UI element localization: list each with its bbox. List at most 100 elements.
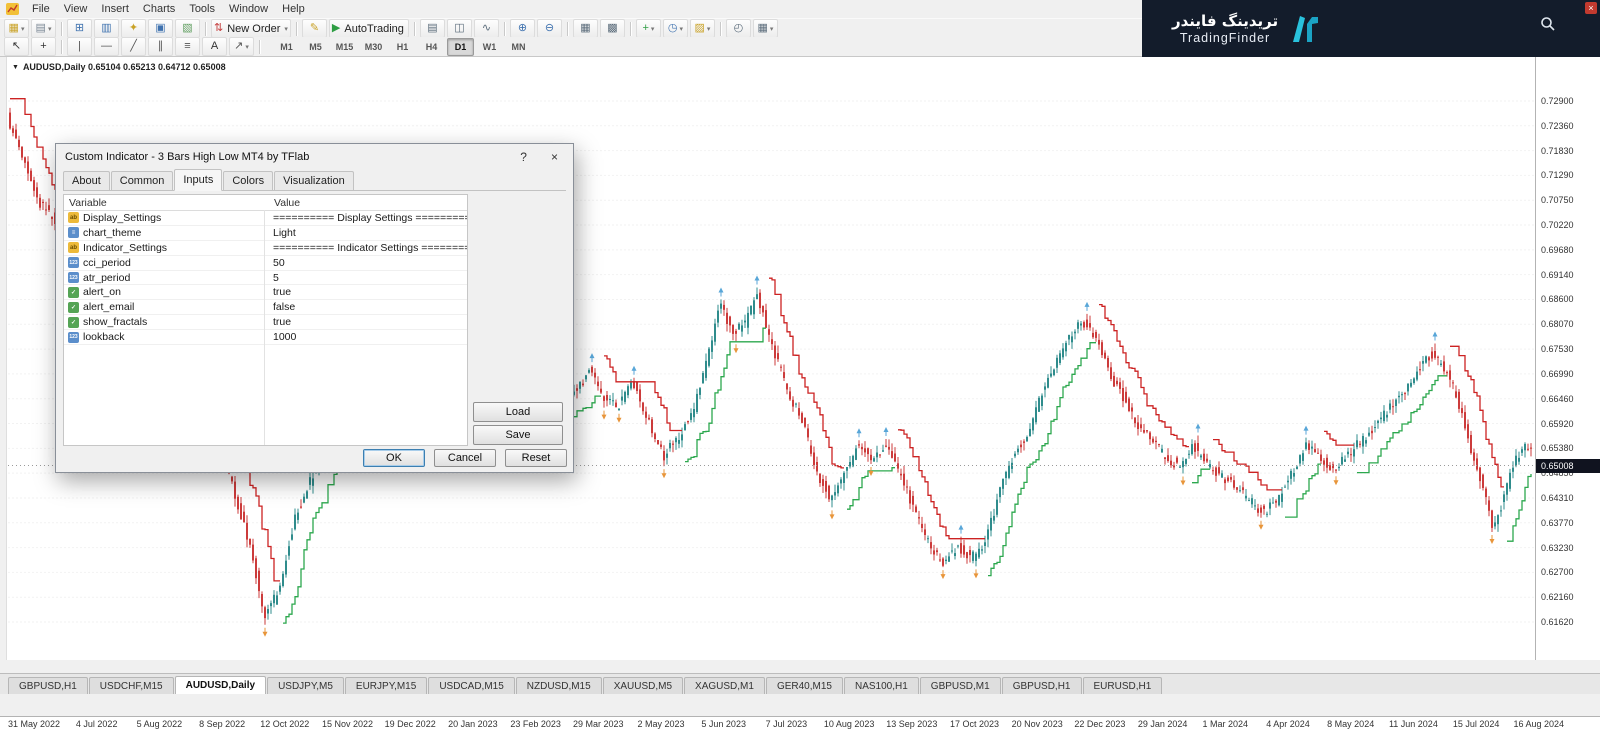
close-icon[interactable]: × <box>1585 2 1597 14</box>
timeframe-w1[interactable]: W1 <box>476 38 503 56</box>
clock-button[interactable]: ◴ <box>726 19 751 38</box>
candles-mode-button[interactable]: ◫ <box>447 19 472 38</box>
dialog-tab-colors[interactable]: Colors <box>223 171 273 190</box>
menu-charts[interactable]: Charts <box>136 2 182 16</box>
chart-tab-gbpusd-h1[interactable]: GBPUSD,H1 <box>1002 677 1082 694</box>
menu-insert[interactable]: Insert <box>94 2 136 16</box>
dialog-tab-common[interactable]: Common <box>111 171 174 190</box>
cursor-button[interactable]: ↖ <box>4 37 29 56</box>
profiles-button[interactable]: ▤▾ <box>31 19 56 38</box>
trendline-button[interactable]: ╱ <box>121 37 146 56</box>
equidistant-channel-button[interactable]: ∥ <box>148 37 173 56</box>
terminal-button[interactable]: ▣ <box>148 19 173 38</box>
chart-tab-eurjpy-m15[interactable]: EURJPY,M15 <box>345 677 427 694</box>
inputs-table-row[interactable]: 123atr_period5 <box>64 271 467 286</box>
menu-file[interactable]: File <box>25 2 57 16</box>
arrows-tool-button[interactable]: ↗▾ <box>229 37 254 56</box>
param-value[interactable]: true <box>268 316 467 328</box>
param-value[interactable]: Light <box>268 227 467 239</box>
inputs-table-row[interactable]: ≡chart_themeLight <box>64 226 467 241</box>
timeframe-m30[interactable]: M30 <box>360 38 387 56</box>
periods-button[interactable]: ◷▾ <box>663 19 688 38</box>
cascade-windows-button[interactable]: ▩ <box>600 19 625 38</box>
timeframe-m15[interactable]: M15 <box>331 38 358 56</box>
new-order-button[interactable]: ⇅New Order▾ <box>211 19 291 38</box>
new-chart-button[interactable]: ▦▾ <box>4 19 29 38</box>
timeframe-m1[interactable]: M1 <box>273 38 300 56</box>
metaeditor-button[interactable]: ✎ <box>302 19 327 38</box>
value-column-header: Value <box>269 197 300 209</box>
timeframe-h4[interactable]: H4 <box>418 38 445 56</box>
inputs-table-row[interactable]: abDisplay_Settings========== Display Set… <box>64 211 467 226</box>
inputs-table-row[interactable]: 123cci_period50 <box>64 256 467 271</box>
timeframe-d1[interactable]: D1 <box>447 38 474 56</box>
dialog-close-button[interactable]: × <box>551 150 558 164</box>
bars-mode-button[interactable]: ▤ <box>420 19 445 38</box>
chart-tab-xagusd-m1[interactable]: XAGUSD,M1 <box>684 677 765 694</box>
dialog-tab-visualization[interactable]: Visualization <box>274 171 354 190</box>
dialog-help-button[interactable]: ? <box>520 150 527 164</box>
menu-help[interactable]: Help <box>275 2 312 16</box>
vertical-line-button[interactable]: | <box>67 37 92 56</box>
zoom-out-button[interactable]: ⊖ <box>537 19 562 38</box>
horizontal-line-button[interactable]: — <box>94 37 119 56</box>
cancel-button[interactable]: Cancel <box>434 449 496 467</box>
tile-windows-button[interactable]: ▦ <box>573 19 598 38</box>
symbol-caret-icon[interactable]: ▼ <box>12 64 19 71</box>
navigator-button[interactable]: ✦ <box>121 19 146 38</box>
market-watch-button[interactable]: ⊞ <box>67 19 92 38</box>
data-window-button[interactable]: ▥ <box>94 19 119 38</box>
param-value[interactable]: 1000 <box>268 331 467 343</box>
inputs-table-row[interactable]: abIndicator_Settings========== Indicator… <box>64 241 467 256</box>
menu-tools[interactable]: Tools <box>182 2 222 16</box>
chart-tab-audusd-daily[interactable]: AUDUSD,Daily <box>175 676 266 694</box>
save-button[interactable]: Save <box>473 425 563 445</box>
text-label-button[interactable]: A <box>202 37 227 56</box>
param-value[interactable]: true <box>268 286 467 298</box>
timeframe-mn[interactable]: MN <box>505 38 532 56</box>
menu-view[interactable]: View <box>57 2 95 16</box>
reset-button[interactable]: Reset <box>505 449 567 467</box>
param-value[interactable]: ========== Indicator Settings ========== <box>268 242 467 254</box>
inputs-table-row[interactable]: ✓show_fractalstrue <box>64 315 467 330</box>
inputs-table-row[interactable]: 123lookback1000 <box>64 330 467 345</box>
toolbars-menu-button[interactable]: ▦▾ <box>753 19 778 38</box>
crosshair-button[interactable]: + <box>31 37 56 56</box>
timeframe-h1[interactable]: H1 <box>389 38 416 56</box>
dialog-title: Custom Indicator - 3 Bars High Low MT4 b… <box>65 151 309 163</box>
timeframe-m5[interactable]: M5 <box>302 38 329 56</box>
chart-tab-xauusd-m5[interactable]: XAUUSD,M5 <box>603 677 683 694</box>
autotrading-button[interactable]: ▶AutoTrading <box>329 19 409 38</box>
chart-tab-gbpusd-m1[interactable]: GBPUSD,M1 <box>920 677 1001 694</box>
inputs-table-row[interactable]: ✓alert_emailfalse <box>64 300 467 315</box>
zoom-in-button[interactable]: ⊕ <box>510 19 535 38</box>
param-value[interactable]: ========== Display Settings ========== <box>268 212 467 224</box>
dialog-tab-inputs[interactable]: Inputs <box>174 169 222 191</box>
chart-tab-eurusd-h1[interactable]: EURUSD,H1 <box>1083 677 1163 694</box>
ok-button[interactable]: OK <box>363 449 425 467</box>
chart-tab-gbpusd-h1[interactable]: GBPUSD,H1 <box>8 677 88 694</box>
param-value[interactable]: false <box>268 301 467 313</box>
dialog-titlebar[interactable]: Custom Indicator - 3 Bars High Low MT4 b… <box>56 144 573 169</box>
inputs-table-row[interactable]: ✓alert_ontrue <box>64 285 467 300</box>
dialog-tab-about[interactable]: About <box>63 171 110 190</box>
chart-tab-usdcad-m15[interactable]: USDCAD,M15 <box>428 677 514 694</box>
chart-tab-usdjpy-m5[interactable]: USDJPY,M5 <box>267 677 344 694</box>
time-axis[interactable]: 31 May 20224 Jul 20225 Aug 20228 Sep 202… <box>0 716 1600 731</box>
param-value[interactable]: 50 <box>268 257 467 269</box>
load-button[interactable]: Load <box>473 402 563 422</box>
param-name-cell: ✓alert_email <box>64 301 268 313</box>
templates-button[interactable]: ▨▾ <box>690 19 715 38</box>
chart-tab-nzdusd-m15[interactable]: NZDUSD,M15 <box>516 677 602 694</box>
chart-tab-usdchf-m15[interactable]: USDCHF,M15 <box>89 677 174 694</box>
line-mode-button[interactable]: ∿ <box>474 19 499 38</box>
chart-tab-ger40-m15[interactable]: GER40,M15 <box>766 677 843 694</box>
fibonacci-retracement-button[interactable]: ≡ <box>175 37 200 56</box>
price-axis[interactable]: 0.65008 0.729000.723600.718300.712900.70… <box>1535 57 1600 660</box>
search-icon[interactable] <box>1540 16 1556 32</box>
strategy-tester-button[interactable]: ▧ <box>175 19 200 38</box>
chart-tab-nas100-h1[interactable]: NAS100,H1 <box>844 677 919 694</box>
indicators-button[interactable]: +▾ <box>636 19 661 38</box>
param-value[interactable]: 5 <box>268 272 467 284</box>
menu-window[interactable]: Window <box>222 2 275 16</box>
